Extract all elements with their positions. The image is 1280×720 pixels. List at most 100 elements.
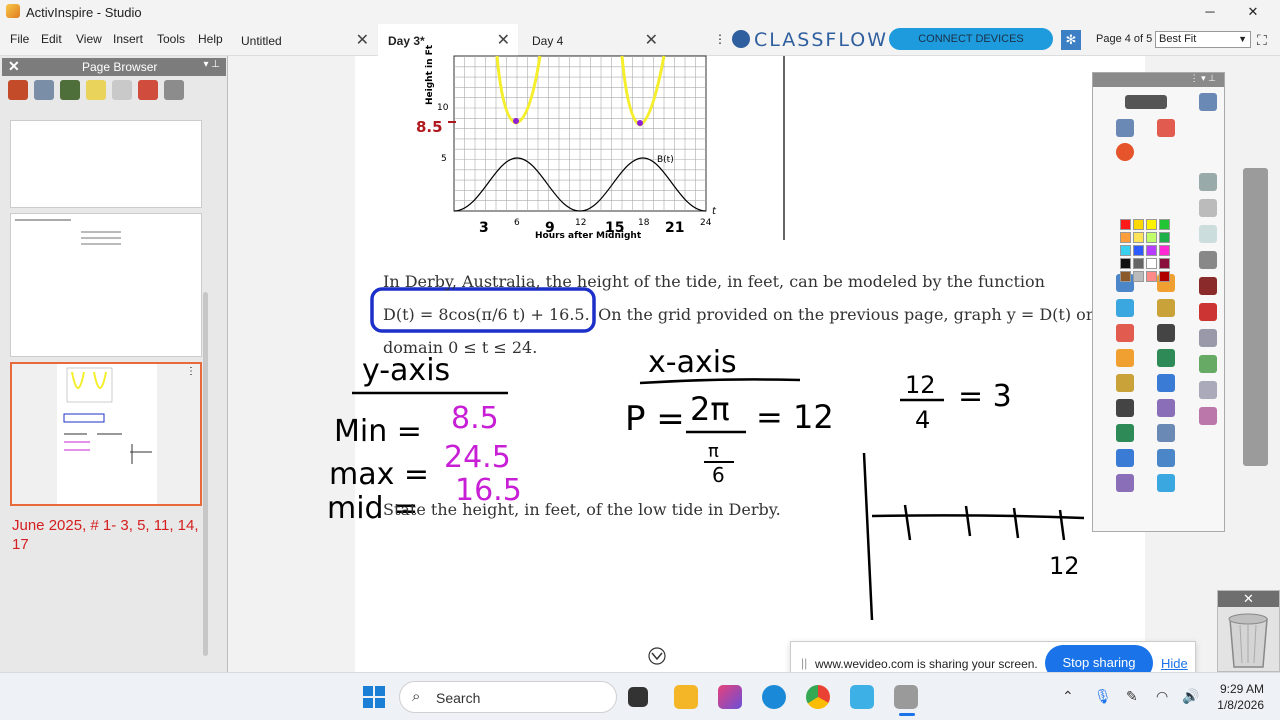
page-browser-tool-icon[interactable] xyxy=(8,80,28,100)
classflow-logo[interactable]: CLASSFLOW xyxy=(732,28,886,52)
page-browser-pin-icon[interactable]: ▾ ⊥ xyxy=(203,59,220,70)
action-browser-icon[interactable] xyxy=(138,80,158,100)
color-swatch[interactable] xyxy=(1146,271,1157,282)
page-thumbnail-4-selected[interactable]: ⋮ xyxy=(10,362,202,506)
color-swatch[interactable] xyxy=(1159,219,1170,230)
pen-color-icon[interactable] xyxy=(1116,143,1134,161)
recycle-bin[interactable]: ✕ xyxy=(1217,590,1280,672)
color-swatch[interactable] xyxy=(1159,232,1170,243)
tab-day-4[interactable]: Day 4 ✕ xyxy=(522,24,666,56)
taskbar-search[interactable]: ⌕ Search xyxy=(399,681,617,713)
right-scrollbar[interactable] xyxy=(1243,168,1268,466)
tray-overflow-icon[interactable]: ⌃ xyxy=(1062,688,1074,705)
edge-icon[interactable] xyxy=(762,685,786,709)
snipping-tool-icon[interactable] xyxy=(850,685,874,709)
color-swatch[interactable] xyxy=(1133,258,1144,269)
paste-icon[interactable] xyxy=(1199,225,1217,243)
redo-icon[interactable] xyxy=(1116,449,1134,467)
toolbox-header[interactable]: ⋮ ▾ ⊥ xyxy=(1093,73,1224,87)
fill-alt-icon[interactable] xyxy=(1157,374,1175,392)
thumbnail-menu-icon[interactable]: ⋮ xyxy=(186,366,196,377)
tab-day-3[interactable]: Day 3* ✕ xyxy=(378,24,518,56)
task-view-icon[interactable] xyxy=(628,687,648,707)
property-browser-icon[interactable] xyxy=(112,80,132,100)
menu-insert[interactable]: Insert xyxy=(113,32,143,46)
color-swatch[interactable] xyxy=(1146,232,1157,243)
resource-browser-icon[interactable] xyxy=(34,80,54,100)
menu-view[interactable]: View xyxy=(76,32,102,46)
notes-browser-icon[interactable] xyxy=(86,80,106,100)
color-swatch[interactable] xyxy=(1146,245,1157,256)
undo-alt-icon[interactable] xyxy=(1157,424,1175,442)
pen-icon[interactable]: ✎ xyxy=(1126,688,1138,705)
object-browser-icon[interactable] xyxy=(60,80,80,100)
color-swatch[interactable] xyxy=(1120,245,1131,256)
drag-handle-icon[interactable]: || xyxy=(801,656,807,670)
select-alt-icon[interactable] xyxy=(1157,119,1175,137)
color-swatch[interactable] xyxy=(1133,232,1144,243)
edit-profile-icon[interactable] xyxy=(1199,93,1217,111)
fullscreen-icon[interactable]: ⛶ xyxy=(1257,32,1273,48)
close-button[interactable]: ✕ xyxy=(1233,2,1273,22)
hide-link[interactable]: Hide xyxy=(1161,656,1188,671)
color-swatch[interactable] xyxy=(1133,271,1144,282)
tab-close-icon[interactable]: ✕ xyxy=(497,30,510,50)
recycle-bin-close-icon[interactable]: ✕ xyxy=(1218,591,1279,607)
tabs-more-icon[interactable]: ⋮ xyxy=(714,32,726,46)
text-icon[interactable] xyxy=(1116,399,1134,417)
page-browser-scrollbar[interactable] xyxy=(203,292,208,656)
tab-close-icon[interactable]: ✕ xyxy=(645,30,658,50)
color-swatch[interactable] xyxy=(1146,258,1157,269)
color-swatch[interactable] xyxy=(1133,219,1144,230)
windows-start-icon[interactable] xyxy=(362,685,386,709)
tab-untitled[interactable]: Untitled ✕ xyxy=(231,24,377,56)
voting-browser-icon[interactable] xyxy=(164,80,184,100)
page-thumbnail-3[interactable] xyxy=(10,213,202,357)
menu-help[interactable]: Help xyxy=(198,32,223,46)
highlighter-alt-icon[interactable] xyxy=(1157,299,1175,317)
page-icon[interactable] xyxy=(1199,173,1217,191)
eraser-icon[interactable] xyxy=(1116,324,1134,342)
clear-alt-icon[interactable] xyxy=(1157,474,1175,492)
color-swatch[interactable] xyxy=(1159,258,1170,269)
page-browser-close-icon[interactable]: ✕ xyxy=(8,58,20,75)
redo-alt-icon[interactable] xyxy=(1157,449,1175,467)
select-icon[interactable] xyxy=(1116,119,1134,137)
color-swatch[interactable] xyxy=(1120,271,1131,282)
shape-icon[interactable] xyxy=(1116,349,1134,367)
tab-close-icon[interactable]: ✕ xyxy=(356,30,369,50)
eraser-alt-icon[interactable] xyxy=(1157,324,1175,342)
shape-alt-icon[interactable] xyxy=(1157,349,1175,367)
snowflake-icon[interactable]: ✻ xyxy=(1061,30,1081,50)
wifi-icon[interactable]: ◠ xyxy=(1156,688,1168,705)
color-swatch[interactable] xyxy=(1120,258,1131,269)
activinspire-taskbar-icon[interactable] xyxy=(894,685,918,709)
toolbox-menu-icon[interactable]: ⋮ ▾ ⊥ xyxy=(1190,73,1216,84)
connect-devices-button[interactable]: CONNECT DEVICES xyxy=(889,28,1053,50)
microsoft-365-icon[interactable] xyxy=(718,685,742,709)
highlighter-icon[interactable] xyxy=(1116,299,1134,317)
text-alt-icon[interactable] xyxy=(1157,399,1175,417)
fill-icon[interactable] xyxy=(1116,374,1134,392)
zoom-select[interactable]: Best Fit ▼ xyxy=(1155,31,1251,48)
color-swatch[interactable] xyxy=(1133,245,1144,256)
file-explorer-icon[interactable] xyxy=(674,685,698,709)
toolbox-expand-icon[interactable] xyxy=(1125,95,1167,109)
print-icon[interactable] xyxy=(1199,251,1217,269)
undo-icon[interactable] xyxy=(1116,424,1134,442)
color-swatch[interactable] xyxy=(1159,245,1170,256)
system-clock[interactable]: 9:29 AM 1/8/2026 xyxy=(1204,681,1264,713)
color-swatch[interactable] xyxy=(1159,271,1170,282)
chrome-icon[interactable] xyxy=(806,685,830,709)
menu-edit[interactable]: Edit xyxy=(41,32,62,46)
menu-tools[interactable]: Tools xyxy=(157,32,185,46)
spotlight-icon[interactable] xyxy=(1199,381,1217,399)
camera-icon[interactable] xyxy=(1199,355,1217,373)
pdf-icon[interactable] xyxy=(1199,303,1217,321)
layers-icon[interactable] xyxy=(1199,329,1217,347)
color-swatch[interactable] xyxy=(1146,219,1157,230)
page-thumbnail-2[interactable] xyxy=(10,120,202,208)
maximize-button[interactable] xyxy=(1190,2,1230,22)
copy-icon[interactable] xyxy=(1199,199,1217,217)
clear-icon[interactable] xyxy=(1116,474,1134,492)
